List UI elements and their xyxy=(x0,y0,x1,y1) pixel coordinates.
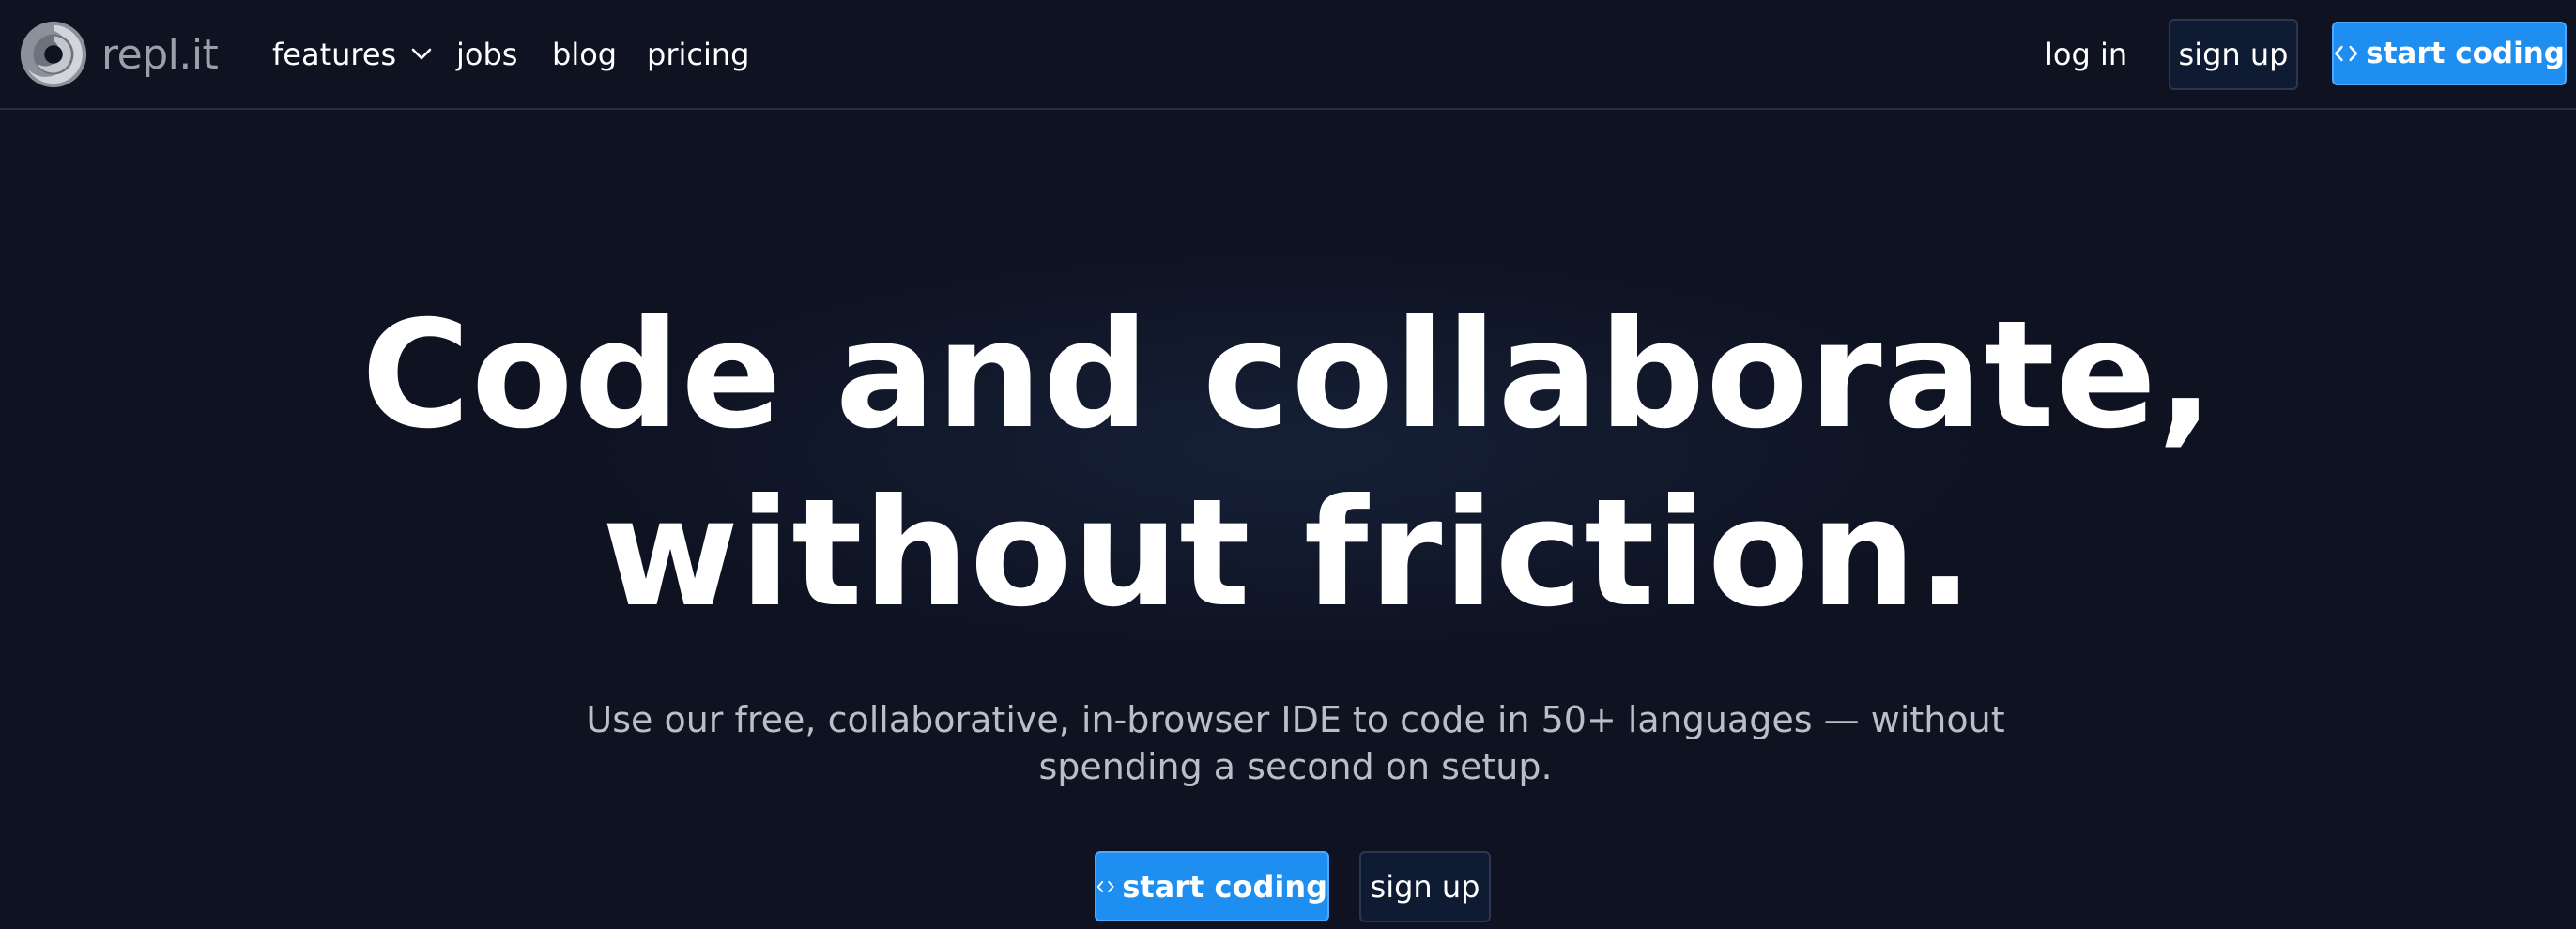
nav-start-coding-button[interactable]: start coding xyxy=(2332,22,2567,85)
logo-link[interactable]: repl.it xyxy=(17,17,219,92)
hero-signup-button[interactable]: sign up xyxy=(1359,851,1491,922)
headline-line-2: without friction. xyxy=(602,467,1974,640)
nav-signup-button[interactable]: sign up xyxy=(2169,19,2298,90)
nav-blog-link[interactable]: blog xyxy=(552,32,617,77)
nav-pricing-link[interactable]: pricing xyxy=(647,32,749,77)
logo-text: repl.it xyxy=(101,30,219,79)
hero-subtitle: Use our free, collaborative, in-browser … xyxy=(582,696,2009,790)
nav-start-coding-label: start coding xyxy=(2366,37,2565,70)
login-link[interactable]: log in xyxy=(2045,32,2127,77)
code-brackets-icon xyxy=(1096,880,1114,892)
hero-headline: Code and collaborate, without friction. xyxy=(0,286,2576,643)
top-navbar: repl.it features jobs blog pricing log i… xyxy=(0,0,2576,110)
nav-signup-label: sign up xyxy=(2178,37,2289,72)
chevron-down-icon xyxy=(411,48,432,60)
replit-logo-icon xyxy=(20,21,87,88)
headline-line-1: Code and collaborate, xyxy=(360,289,2215,462)
code-brackets-icon xyxy=(2335,45,2358,62)
subtitle-line-1: Use our free, collaborative, in-browser … xyxy=(586,699,2005,740)
nav-features-menu[interactable]: features xyxy=(272,32,432,77)
hero-start-coding-button[interactable]: start coding xyxy=(1095,851,1329,921)
hero-signup-label: sign up xyxy=(1370,869,1480,905)
nav-jobs-link[interactable]: jobs xyxy=(456,32,517,77)
hero-start-coding-label: start coding xyxy=(1122,868,1327,905)
nav-features-label: features xyxy=(272,37,397,72)
subtitle-line-2: spending a second on setup. xyxy=(1038,746,1553,787)
